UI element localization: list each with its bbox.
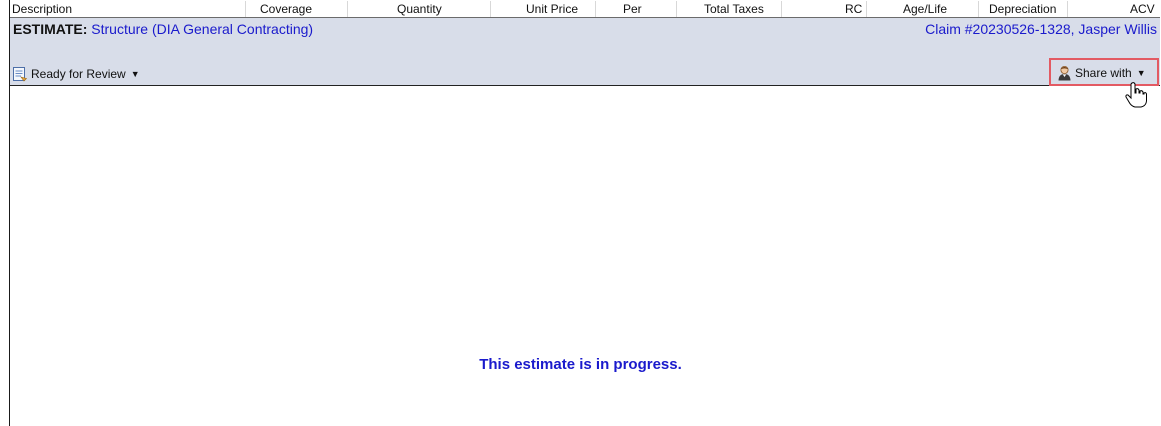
column-rc[interactable]: RC: [845, 1, 862, 17]
hand-cursor-icon: [1125, 82, 1147, 108]
column-divider: [490, 1, 491, 17]
column-age-life[interactable]: Age/Life: [903, 1, 947, 17]
claim-link[interactable]: Claim #20230526-1328, Jasper Willis: [925, 21, 1157, 37]
status-label: Ready for Review: [31, 67, 126, 81]
column-total-taxes[interactable]: Total Taxes: [704, 1, 764, 17]
column-divider: [245, 1, 246, 17]
chevron-down-icon: ▼: [1136, 68, 1146, 78]
column-description[interactable]: Description: [12, 1, 72, 17]
column-divider: [1067, 1, 1068, 17]
estimate-prefix: ESTIMATE:: [13, 21, 88, 37]
estimate-header-border: [10, 85, 1160, 86]
column-divider: [676, 1, 677, 17]
column-coverage[interactable]: Coverage: [260, 1, 312, 17]
column-divider: [978, 1, 979, 17]
estimate-name-link[interactable]: Structure (DIA General Contracting): [91, 21, 313, 37]
estimate-title: ESTIMATE: Structure (DIA General Contrac…: [13, 21, 313, 37]
column-divider: [781, 1, 782, 17]
column-divider: [347, 1, 348, 17]
chevron-down-icon: ▼: [130, 69, 140, 79]
column-acv[interactable]: ACV: [1130, 1, 1155, 17]
column-divider: [595, 1, 596, 17]
document-icon: [13, 67, 28, 82]
column-unit-price[interactable]: Unit Price: [526, 1, 578, 17]
column-quantity[interactable]: Quantity: [397, 1, 442, 17]
status-dropdown[interactable]: Ready for Review ▼: [12, 64, 140, 84]
column-per[interactable]: Per: [623, 1, 642, 17]
column-divider: [866, 1, 867, 17]
person-icon: [1058, 66, 1071, 81]
estimate-status-message: This estimate is in progress.: [479, 356, 682, 373]
share-with-label: Share with: [1075, 66, 1132, 80]
column-depreciation[interactable]: Depreciation: [989, 1, 1056, 17]
